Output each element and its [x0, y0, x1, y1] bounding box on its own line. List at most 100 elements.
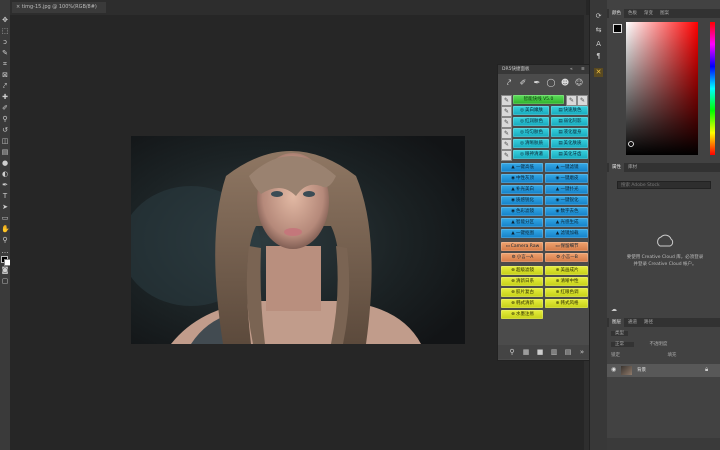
plugin-action-button[interactable]: ▲一键扑光 [545, 185, 588, 194]
plugin-action-button[interactable]: ◉一键锐化 [545, 196, 588, 205]
eyedropper-tool-icon[interactable]: ⤤ [1, 82, 9, 90]
cloud-sync-icon[interactable]: ☁ [611, 306, 617, 313]
plugin-action-button[interactable]: ▭保留细节 [545, 242, 588, 251]
group-icon[interactable]: ☺ [574, 78, 584, 88]
image-icon[interactable]: ▤ [564, 348, 572, 356]
plugin-action-button[interactable]: ⊕超级滤镜 [501, 266, 543, 275]
blur-tool-icon[interactable]: ● [1, 159, 9, 167]
plugin-action-button[interactable]: ◉一键磨皮 [545, 174, 588, 183]
quick-select-tool-icon[interactable]: ✎ [1, 49, 9, 57]
marquee-tool-icon[interactable]: ⬚ [1, 27, 9, 35]
plugin-action-button[interactable]: ▲补光美白 [501, 185, 543, 194]
plugin-action-button[interactable]: ▤弱化阿影 [551, 117, 588, 126]
tab-swatches[interactable]: 色板 [625, 9, 640, 18]
frame-tool-icon[interactable]: ⊠ [1, 71, 9, 79]
film-icon[interactable]: ▦ [522, 348, 530, 356]
plugin-action-button[interactable]: ◉中性灰顶 [501, 174, 543, 183]
circle-icon[interactable]: ◯ [546, 78, 556, 88]
tab-libraries[interactable]: 库材 [625, 163, 640, 172]
zoom-tool-icon[interactable]: ⚲ [1, 236, 9, 244]
rectangle-tool-icon[interactable]: ▭ [1, 214, 9, 222]
plugin-action-button[interactable]: ◎红润肤色 [513, 117, 549, 126]
paragraph-icon[interactable]: ¶ [594, 52, 603, 61]
gradient-tool-icon[interactable]: ▤ [1, 148, 9, 156]
plugin-action-button[interactable]: ⊕红眼色调 [545, 288, 588, 297]
healing-brush-tool-icon[interactable]: ✚ [1, 93, 9, 101]
layer-kind-filter[interactable]: 类型 [611, 331, 628, 336]
screen-mode-icon[interactable]: ▢ [1, 277, 9, 285]
brush-preset-icon[interactable]: ✎ [501, 150, 512, 161]
crop-tool-icon[interactable]: ⌗ [1, 60, 9, 68]
grid-icon[interactable]: ▥ [550, 348, 558, 356]
plugin-icon[interactable]: ✕ [594, 68, 603, 77]
plugin-action-button[interactable]: ⚙小言—A [501, 253, 543, 262]
hue-slider[interactable] [710, 22, 715, 155]
plugin-action-button[interactable]: ⊕韩式清新 [501, 299, 543, 308]
square-icon[interactable]: ■ [536, 348, 544, 356]
plugin-action-button[interactable]: ▲一键滤镜 [545, 163, 588, 172]
color-picker-field[interactable] [626, 22, 698, 155]
brush-tool-icon[interactable]: ✐ [1, 104, 9, 112]
pen-icon[interactable]: ✒ [532, 78, 542, 88]
tab-paths[interactable]: 路径 [641, 318, 656, 327]
history-brush-tool-icon[interactable]: ↺ [1, 126, 9, 134]
library-search-input[interactable]: 搜索 Adobe Stock [617, 181, 711, 189]
move-tool-icon[interactable]: ✥ [1, 16, 9, 24]
document-tab[interactable]: × timg-15.jpg @ 100%(RGB/8#) [12, 2, 106, 13]
blend-mode-select[interactable]: 正常 [611, 342, 634, 347]
lasso-tool-icon[interactable]: ↄ [1, 38, 9, 46]
plugin-action-button[interactable]: ⊕韩式风格 [545, 299, 588, 308]
plugin-action-button[interactable]: ◎清晰肤质 [513, 139, 549, 148]
plugin-action-button[interactable]: ⊕清晰中性 [545, 277, 588, 286]
plugin-action-button[interactable]: ▭Camera Raw [501, 242, 543, 251]
brush-preset-icon[interactable]: ✎ [501, 106, 512, 117]
brush-preset-icon[interactable]: ✎ [577, 95, 588, 106]
search-icon[interactable]: ⚲ [508, 348, 516, 356]
plugin-action-button[interactable]: ◉数字去色 [545, 207, 588, 216]
plugin-action-button[interactable]: ▤美化肤质 [551, 139, 588, 148]
brush-preset-icon[interactable]: ✎ [566, 95, 577, 106]
tab-channels[interactable]: 通道 [625, 318, 640, 327]
collapse-panel-icon[interactable]: « [570, 65, 573, 74]
pen-tool-icon[interactable]: ✒ [1, 181, 9, 189]
forward-icon[interactable]: » [578, 348, 586, 356]
plugin-action-button[interactable]: ▲滤镜加载 [545, 229, 588, 238]
foreground-swatch[interactable] [613, 24, 622, 33]
tab-patterns[interactable]: 图案 [657, 9, 672, 18]
clone-stamp-tool-icon[interactable]: ⚲ [1, 115, 9, 123]
plugin-action-button[interactable]: ◉色彩滤镜 [501, 207, 543, 216]
brush-preset-icon[interactable]: ✎ [501, 117, 512, 128]
user-icon[interactable]: ☻ [560, 78, 570, 88]
brush-icon[interactable]: ✐ [518, 78, 528, 88]
plugin-action-button[interactable]: ⊕胶片复古 [501, 288, 543, 297]
more-tools-icon[interactable]: … [1, 247, 9, 255]
tab-properties[interactable]: 属性 [609, 163, 624, 172]
plugin-action-button[interactable]: ⊕清新日系 [501, 277, 543, 286]
character-icon[interactable]: A [594, 40, 603, 49]
plugin-action-button[interactable]: ◎美白嫩肤 [513, 106, 549, 115]
swap-icon[interactable]: ⇆ [594, 26, 603, 35]
eraser-tool-icon[interactable]: ◫ [1, 137, 9, 145]
layer-row-background[interactable]: ◉ 背景 🔒︎ [607, 364, 720, 377]
path-select-tool-icon[interactable]: ➤ [1, 203, 9, 211]
brush-preset-icon[interactable]: ✎ [501, 95, 512, 106]
panel-menu-icon[interactable]: ≡ [581, 65, 585, 74]
plugin-action-button[interactable]: ◎眼神清澈 [513, 150, 549, 159]
tab-gradients[interactable]: 渐变 [641, 9, 656, 18]
plugin-action-button[interactable]: ⚙小言—B [545, 253, 588, 262]
plugin-action-button[interactable]: ▤快速肤色 [551, 106, 588, 115]
tab-layers[interactable]: 图层 [609, 318, 624, 327]
plugin-action-button[interactable]: ▤液化瘦身 [551, 128, 588, 137]
dropper-icon[interactable]: ⤤ [504, 78, 514, 88]
plugin-action-button[interactable]: ▲一键抠图 [501, 229, 543, 238]
plugin-action-button[interactable]: ⊕水墨注易 [501, 310, 543, 319]
plugin-action-button[interactable]: ⊕美画成片 [545, 266, 588, 275]
plugin-action-button[interactable]: ▲光感生成 [545, 218, 588, 227]
brush-preset-icon[interactable]: ✎ [501, 128, 512, 139]
visibility-eye-icon[interactable]: ◉ [611, 366, 616, 373]
type-tool-icon[interactable]: T [1, 192, 9, 200]
brush-preset-icon[interactable]: ✎ [501, 139, 512, 150]
plugin-action-button[interactable]: ▤美化牙齿 [551, 150, 588, 159]
history-icon[interactable]: ⟳ [594, 12, 603, 21]
hand-tool-icon[interactable]: ✋ [1, 225, 10, 233]
